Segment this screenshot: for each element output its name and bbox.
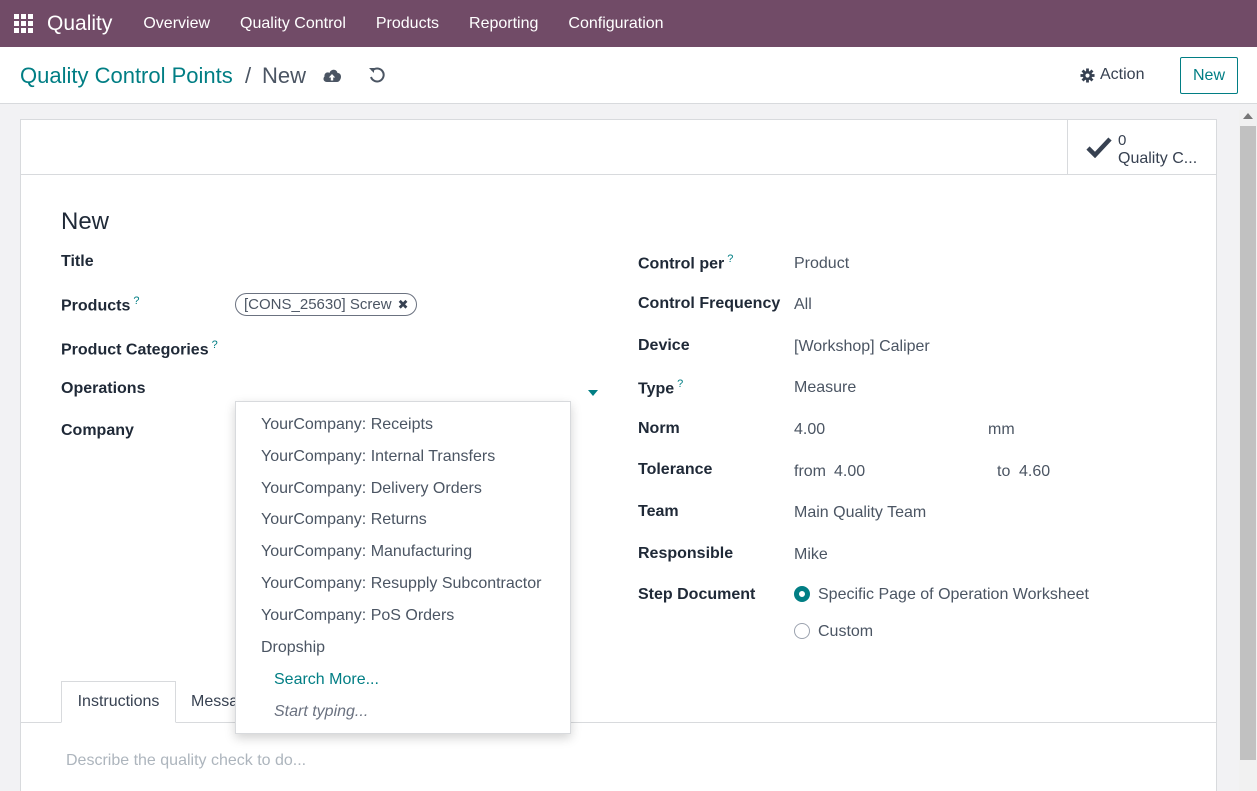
tab-instructions[interactable]: Instructions [61, 681, 176, 723]
quality-checks-smart-button[interactable]: 0 Quality C... [1067, 120, 1216, 175]
action-button[interactable]: Action [1080, 66, 1144, 84]
product-tag-text: [CONS_25630] Screw [244, 296, 392, 313]
help-icon[interactable]: ? [212, 339, 218, 351]
radio-custom[interactable] [794, 623, 810, 639]
help-icon[interactable]: ? [727, 253, 733, 265]
menu-overview[interactable]: Overview [128, 15, 225, 33]
radio-custom-label[interactable]: Custom [818, 623, 873, 641]
undo-icon[interactable] [368, 66, 386, 84]
smart-button-count: 0 [1118, 132, 1127, 149]
breadcrumb-current: New [262, 63, 307, 88]
new-button[interactable]: New [1180, 57, 1238, 94]
scroll-thumb[interactable] [1240, 126, 1256, 760]
check-icon [1086, 137, 1112, 158]
menu-quality-control[interactable]: Quality Control [225, 15, 361, 33]
breadcrumb-parent[interactable]: Quality Control Points [20, 63, 233, 89]
menu-products[interactable]: Products [361, 15, 454, 33]
norm-field[interactable]: 4.00 [794, 421, 825, 439]
type-label: Type? [638, 378, 683, 398]
dropdown-caret-icon[interactable] [588, 390, 598, 396]
products-label: Products? [61, 295, 139, 315]
tolerance-to-label: to [997, 463, 1011, 480]
dropdown-option[interactable]: YourCompany: Delivery Orders [261, 480, 482, 498]
responsible-field[interactable]: Mike [794, 546, 828, 564]
control-frequency-label: Control Frequency [638, 295, 781, 312]
action-label: Action [1100, 66, 1145, 83]
start-typing-hint: Start typing... [274, 703, 369, 720]
record-title: New [61, 208, 110, 235]
radio-specific-page-label[interactable]: Specific Page of Operation Worksheet [818, 586, 1089, 604]
responsible-label: Responsible [638, 545, 734, 562]
scroll-up-arrow-icon[interactable] [1243, 113, 1253, 119]
dropdown-option[interactable]: YourCompany: Manufacturing [261, 543, 472, 561]
dropdown-option[interactable]: Dropship [261, 639, 325, 657]
product-categories-label-text: Product Categories [61, 341, 209, 359]
tolerance-from-label: from [794, 463, 826, 480]
control-per-field[interactable]: Product [794, 255, 849, 273]
title-label: Title [61, 253, 94, 270]
smart-button-label: Quality C... [1118, 150, 1198, 167]
tolerance-from-field[interactable]: 4.00 [834, 463, 865, 481]
control-per-label: Control per? [638, 253, 733, 273]
radio-specific-page[interactable] [794, 586, 810, 602]
breadcrumb-separator: / [245, 63, 252, 88]
team-field[interactable]: Main Quality Team [794, 504, 926, 522]
form-sheet: 0 Quality C... New Title Products? [CONS… [20, 119, 1217, 791]
device-field[interactable]: [Workshop] Caliper [794, 338, 930, 356]
tolerance-label: Tolerance [638, 461, 713, 478]
step-document-label: Step Document [638, 586, 756, 603]
app-name[interactable]: Quality [47, 12, 112, 36]
top-navbar: Quality Overview Quality Control Product… [0, 0, 1257, 47]
product-categories-label: Product Categories? [61, 339, 218, 359]
company-label: Company [61, 422, 134, 439]
control-panel: Quality Control Points / New Action New [0, 47, 1257, 104]
remove-tag-icon[interactable]: ✖ [398, 297, 409, 313]
help-icon[interactable]: ? [133, 295, 139, 307]
product-tag: [CONS_25630] Screw ✖ [235, 293, 418, 316]
menu-configuration[interactable]: Configuration [553, 15, 678, 33]
type-field[interactable]: Measure [794, 379, 856, 397]
products-label-text: Products [61, 297, 131, 315]
dropdown-option[interactable]: YourCompany: PoS Orders [261, 607, 454, 625]
dropdown-option[interactable]: YourCompany: Receipts [261, 416, 433, 434]
notebook-tabs: Instructions Messa [21, 681, 1216, 723]
norm-label: Norm [638, 420, 680, 437]
device-label: Device [638, 337, 690, 354]
type-label-text: Type [638, 380, 675, 398]
button-box: 0 Quality C... [21, 120, 1216, 175]
scrollbar[interactable] [1239, 110, 1257, 791]
operations-dropdown: YourCompany: Receipts YourCompany: Inter… [235, 401, 571, 734]
tolerance-to-field[interactable]: 4.60 [1019, 463, 1050, 481]
search-more-link[interactable]: Search More... [274, 671, 379, 689]
team-label: Team [638, 503, 679, 520]
dropdown-option[interactable]: YourCompany: Resupply Subcontractor [261, 575, 541, 593]
apps-grid-icon[interactable] [14, 13, 34, 34]
menu-reporting[interactable]: Reporting [454, 15, 553, 33]
dropdown-option[interactable]: YourCompany: Returns [261, 511, 427, 529]
gear-icon [1080, 67, 1095, 83]
dropdown-option[interactable]: YourCompany: Internal Transfers [261, 448, 495, 466]
cloud-upload-icon[interactable] [322, 67, 342, 83]
norm-unit: mm [988, 421, 1015, 438]
instructions-editor[interactable]: Describe the quality check to do... [66, 752, 306, 770]
control-per-label-text: Control per [638, 255, 725, 273]
operations-label: Operations [61, 380, 146, 397]
help-icon[interactable]: ? [677, 378, 683, 390]
control-frequency-field[interactable]: All [794, 296, 812, 314]
